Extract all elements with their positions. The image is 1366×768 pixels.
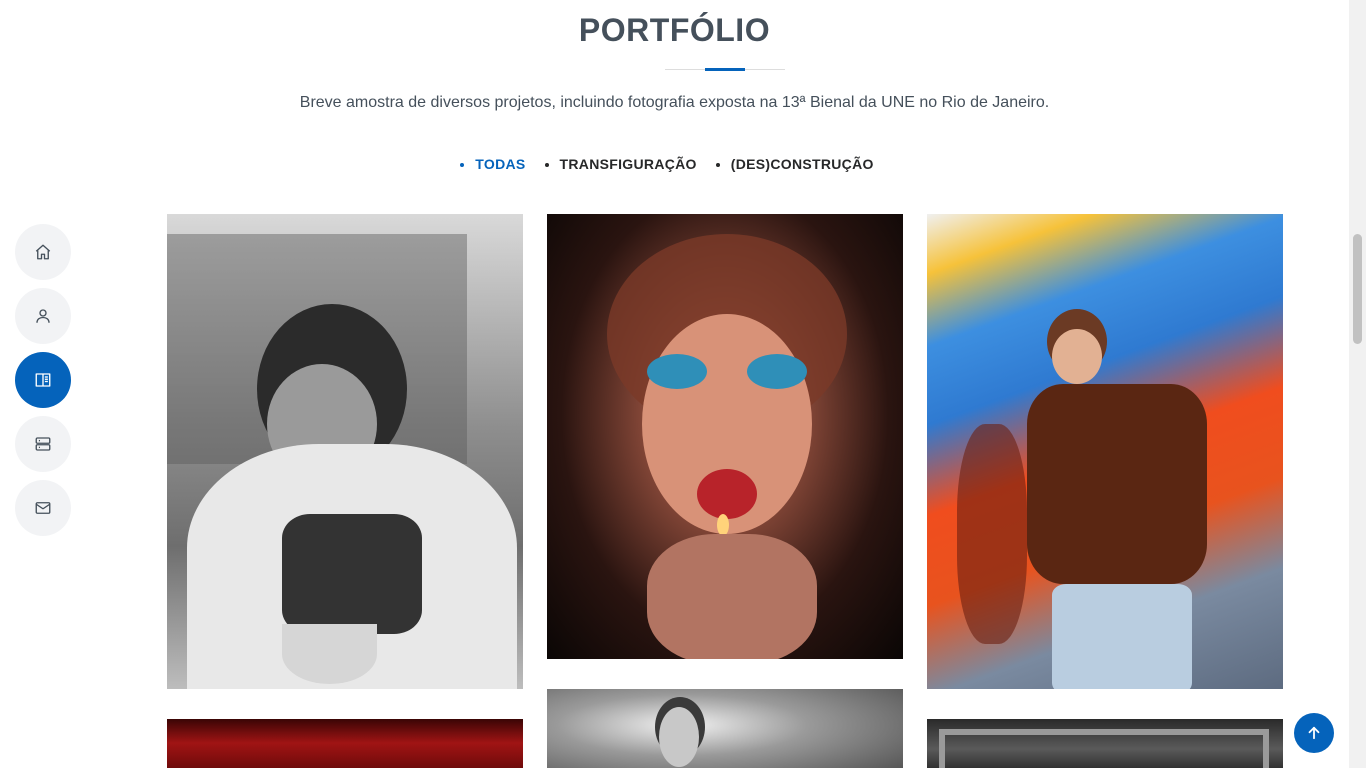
nav-portfolio-button[interactable] [15,352,71,408]
nav-home-button[interactable] [15,224,71,280]
portfolio-filters: TODAS TRANSFIGURAÇÃO (DES)CONSTRUÇÃO [0,156,1349,172]
envelope-icon [35,502,51,514]
back-to-top-button[interactable] [1294,713,1334,753]
filter-transfiguracao[interactable]: TRANSFIGURAÇÃO [560,156,697,172]
arrow-up-icon [1308,726,1320,740]
portfolio-item-2[interactable] [547,214,903,659]
portfolio-item-5[interactable] [547,689,903,768]
side-navigation [15,224,71,536]
nav-services-button[interactable] [15,416,71,472]
home-icon [35,244,51,260]
portfolio-item-4[interactable] [167,719,523,768]
section-subtitle: Breve amostra de diversos projetos, incl… [299,94,1050,111]
scrollbar-thumb[interactable] [1353,234,1362,344]
person-icon [36,309,50,323]
server-icon [35,437,51,451]
title-divider-accent [705,68,745,71]
nav-about-button[interactable] [15,288,71,344]
portfolio-item-6[interactable] [927,719,1283,768]
section-title: PORTFÓLIO [578,12,771,48]
book-icon [35,373,51,387]
page-scrollbar[interactable] [1349,0,1366,768]
portfolio-item-3[interactable] [927,214,1283,689]
title-divider [665,68,785,71]
nav-contact-button[interactable] [15,480,71,536]
filter-desconstrucao[interactable]: (DES)CONSTRUÇÃO [731,156,874,172]
filter-todas[interactable]: TODAS [475,156,525,172]
portfolio-item-1[interactable] [167,214,523,689]
